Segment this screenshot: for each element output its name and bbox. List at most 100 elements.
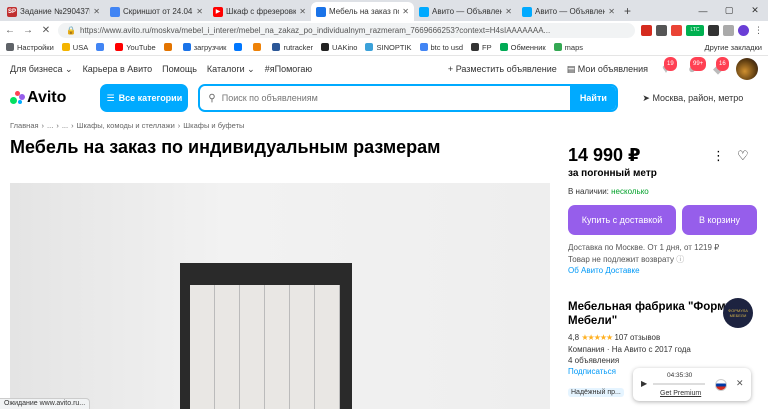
maximize-icon[interactable]: ▢ (716, 5, 742, 16)
bookmark-favicon-icon (553, 43, 562, 51)
tab-favicon-icon (522, 6, 532, 17)
stock-status: В наличии: несколько (568, 187, 649, 196)
buy-with-delivery-button[interactable]: Купить с доставкой (568, 205, 676, 235)
bookmark-item[interactable] (253, 43, 264, 51)
breadcrumb-item[interactable]: Главная (10, 121, 39, 130)
back-icon[interactable]: ← (4, 25, 16, 36)
bookmark-favicon-icon (321, 43, 330, 51)
bookmark-item[interactable]: USA (61, 43, 88, 52)
stop-icon[interactable]: ✕ (40, 25, 52, 36)
browser-tab[interactable]: ▶Шкаф с фрезеровкой ...✕ (208, 2, 311, 21)
extensions-puzzle-icon[interactable] (723, 24, 734, 36)
menu-icon[interactable]: ⋮ (753, 25, 764, 36)
other-bookmarks-folder[interactable]: Другие закладки (705, 43, 762, 52)
location-selector[interactable]: ➤ Москва, район, метро (642, 93, 743, 104)
seller-rating[interactable]: 4,8 ★★★★★ 107 отзывов (568, 333, 758, 342)
browser-tab[interactable]: Авито — Объявления с...✕ (414, 2, 517, 21)
bookmark-item[interactable]: Обменник (499, 42, 546, 52)
all-categories-button[interactable]: ☰ Все категории (100, 84, 189, 112)
user-avatar[interactable] (736, 58, 758, 80)
bookmark-label: YouTube (126, 42, 156, 52)
notifications-icon[interactable]: ◆16 (710, 57, 729, 76)
tab-title: Скриншот от 24.04.2023 (123, 7, 193, 16)
listing-photo[interactable] (10, 183, 550, 409)
bookmark-item[interactable] (234, 43, 245, 51)
extension-icon[interactable] (656, 24, 667, 36)
bookmark-label: Обменник (510, 42, 546, 52)
business-link[interactable]: Для бизнеса ⌄ (10, 64, 73, 75)
messages-badge: 99+ (690, 57, 707, 71)
bookmark-label: SINOPTIK (376, 42, 412, 52)
subscribe-link[interactable]: Подписаться (568, 367, 616, 376)
bookmark-label: загрузчик (193, 42, 227, 52)
bookmark-item[interactable]: SINOPTIK (365, 42, 412, 52)
minimize-icon[interactable]: — (690, 6, 716, 16)
play-icon[interactable]: ▶ (641, 379, 647, 388)
seller-ads-count[interactable]: 4 объявления (568, 355, 758, 366)
close-icon[interactable]: ✕ (736, 378, 744, 389)
profile-avatar-icon[interactable] (738, 24, 749, 36)
messages-icon[interactable]: ●99+ (684, 57, 707, 76)
bookmark-item[interactable]: Настройки (6, 43, 54, 52)
extension-icon[interactable] (708, 24, 719, 36)
help-link[interactable]: Помощь (162, 64, 197, 74)
breadcrumb-item[interactable]: ... (62, 121, 68, 130)
bookmark-item[interactable] (163, 43, 175, 51)
new-tab-icon[interactable]: + (624, 4, 631, 18)
tab-close-icon[interactable]: ✕ (196, 7, 203, 16)
my-ads-link[interactable]: ▤ Мои объявления (567, 64, 648, 75)
breadcrumb-separator: › (41, 121, 45, 130)
bookmark-item[interactable]: maps (553, 43, 583, 52)
search-icon: ⚲ (208, 92, 216, 104)
ltc-price-extension-icon[interactable]: LTC 58.1 (686, 24, 704, 44)
tab-close-icon[interactable]: ✕ (505, 7, 512, 16)
price-block: 14 990 ₽ за погонный метр В наличии: нес… (568, 145, 758, 277)
forward-icon[interactable]: → (22, 25, 34, 36)
career-link[interactable]: Карьера в Авито (83, 64, 153, 74)
bookmark-item[interactable]: btc to usd (419, 43, 463, 52)
hashtag-link[interactable]: #яПомогаю (265, 64, 312, 74)
browser-tab[interactable]: Авито — Объявления с...✕ (517, 2, 620, 21)
bookmark-item[interactable]: UAKino (321, 43, 357, 52)
bookmark-item[interactable]: загрузчик (182, 42, 227, 52)
tab-close-icon[interactable]: ✕ (608, 7, 615, 16)
search-button[interactable]: Найти (570, 86, 617, 110)
floating-player: ▶ 04:35:30 Get Premium ✕ (633, 368, 751, 401)
catalogs-link[interactable]: Каталоги ⌄ (207, 64, 255, 75)
browser-tab[interactable]: SPЗадание №2904375 - ...✕ (2, 2, 105, 21)
avito-header: Avito ☰ Все категории ⚲ Найти ➤ Москва, … (0, 80, 768, 116)
add-to-cart-button[interactable]: В корзину (682, 205, 757, 235)
bookmark-item[interactable]: rutracker (272, 43, 313, 52)
favorites-icon[interactable]: ♥19 (658, 57, 677, 76)
close-window-icon[interactable]: ✕ (742, 5, 768, 16)
browser-tab[interactable]: Скриншот от 24.04.2023✕ (105, 2, 208, 21)
price-unit: за погонный метр (568, 168, 657, 179)
bookmark-item[interactable]: FP (471, 43, 492, 52)
info-icon[interactable]: ⓘ (676, 255, 684, 264)
player-progress[interactable] (653, 383, 705, 385)
breadcrumb-item[interactable]: ... (47, 121, 53, 130)
tab-close-icon[interactable]: ✕ (299, 7, 306, 16)
avito-logo[interactable]: Avito (10, 89, 66, 107)
tab-title: Шкаф с фрезеровкой ... (226, 7, 297, 16)
get-premium-link[interactable]: Get Premium (660, 390, 701, 397)
breadcrumb-item[interactable]: Шкафы, комоды и стеллажи (77, 121, 175, 130)
post-ad-link[interactable]: + Разместить объявление (448, 64, 557, 74)
search-input[interactable] (221, 93, 563, 103)
browser-tab[interactable]: Мебель на заказ по инд...✕ (311, 2, 414, 21)
bookmark-item[interactable]: YouTube (115, 42, 156, 52)
wardrobe-image (180, 263, 352, 409)
breadcrumb-item[interactable]: Шкафы и буфеты (183, 121, 244, 130)
delivery-text: Доставка по Москве. От 1 дня, от 1219 ₽ (568, 243, 720, 252)
tab-close-icon[interactable]: ✕ (93, 7, 100, 16)
russia-flag-icon[interactable] (715, 379, 727, 391)
extension-icon[interactable] (671, 24, 682, 36)
tab-close-icon[interactable]: ✕ (402, 7, 409, 16)
flag-extension-icon[interactable] (641, 24, 652, 36)
address-bar[interactable]: 🔒 https://www.avito.ru/moskva/mebel_i_in… (58, 22, 635, 38)
about-delivery-link[interactable]: Об Авито Доставке (568, 266, 640, 275)
breadcrumb: Главная ›... ›... › Шкафы, комоды и стеллажи… (0, 121, 768, 131)
reliable-partner-badge: Надёжный пр... (568, 388, 624, 397)
bookmark-item[interactable] (96, 43, 107, 51)
seller-logo[interactable]: ФОРМУЛА МЕБЕЛИ (723, 298, 753, 328)
